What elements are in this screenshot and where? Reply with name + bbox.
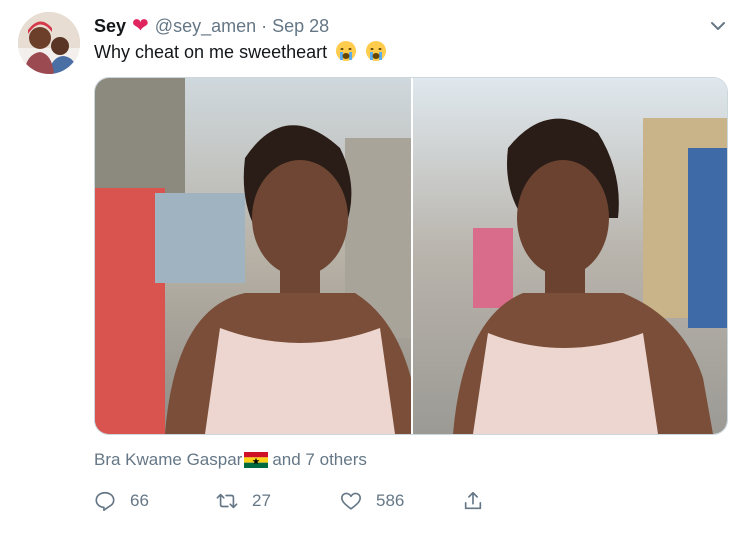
tweet-text-line: Why cheat on me sweetheart	[94, 40, 387, 64]
separator: ·	[261, 16, 268, 36]
tweet-media[interactable]	[94, 77, 728, 435]
ghana-flag-icon	[244, 452, 269, 468]
reply-button[interactable]: 66	[94, 490, 149, 512]
liked-by-line[interactable]: Bra Kwame Gaspar and 7 others	[94, 448, 367, 472]
author-handle[interactable]: @sey_amen	[155, 14, 256, 38]
reply-count: 66	[130, 491, 149, 510]
chevron-down-icon[interactable]	[708, 16, 728, 36]
like-count: 586	[376, 491, 405, 510]
share-button[interactable]	[462, 490, 484, 512]
tweet-header: Sey ❤ @sey_amen · Sep 28	[94, 14, 329, 38]
retweet-count: 27	[252, 491, 271, 510]
author-name[interactable]: Sey	[94, 14, 126, 38]
reply-icon	[95, 491, 115, 511]
liked-by-others[interactable]: and 7 others	[272, 448, 367, 472]
tweet-date[interactable]: Sep 28	[272, 14, 329, 38]
crying-face-emoji-icon	[366, 41, 387, 61]
tweet-text: Why cheat on me sweetheart	[94, 42, 328, 62]
share-icon	[464, 491, 482, 510]
retweet-icon	[216, 493, 238, 509]
crying-face-emoji-icon	[336, 41, 357, 61]
photo-right[interactable]	[413, 78, 727, 434]
heart-emoji-icon: ❤	[132, 15, 149, 37]
like-button[interactable]: 586	[340, 490, 404, 512]
retweet-button[interactable]: 27	[216, 490, 271, 512]
photo-left[interactable]	[95, 78, 411, 434]
liked-by-user[interactable]: Bra Kwame Gaspar	[94, 448, 242, 472]
profile-avatar[interactable]	[18, 12, 80, 74]
heart-icon	[341, 492, 361, 510]
